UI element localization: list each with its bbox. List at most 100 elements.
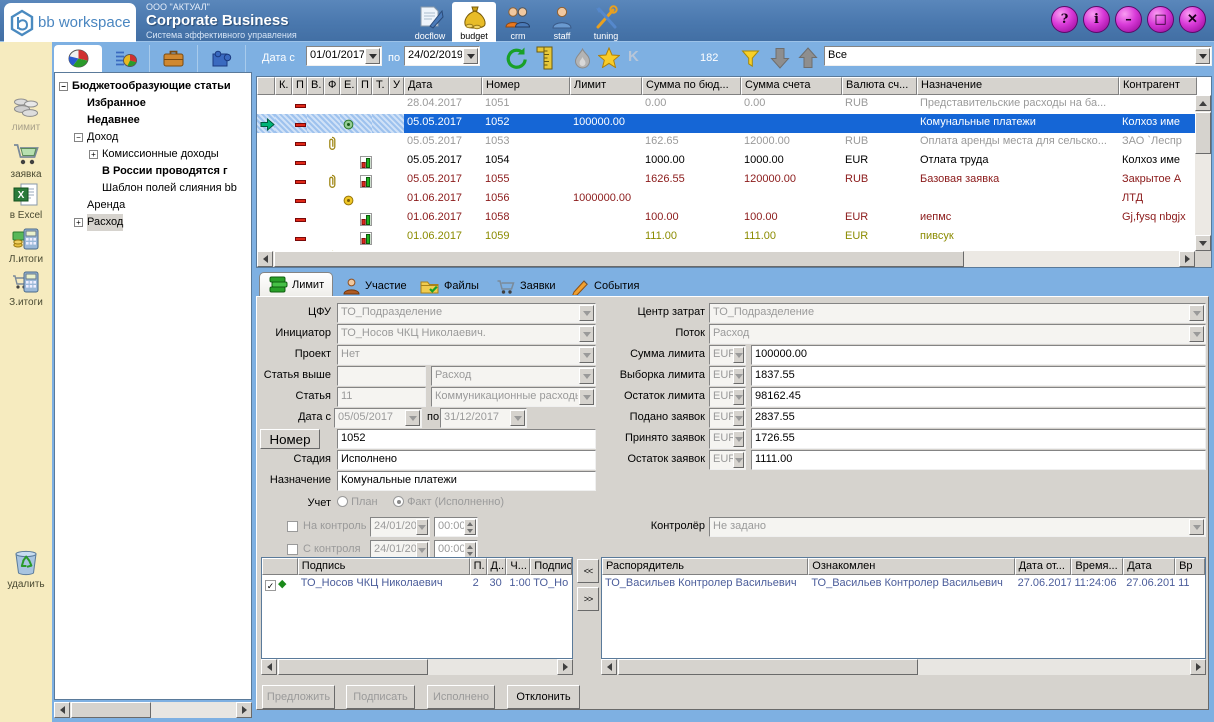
column-header-В[interactable]: В. [307, 77, 324, 95]
ruler-icon[interactable] [535, 45, 557, 71]
expand-icon[interactable]: + [74, 218, 83, 227]
info-button[interactable]: i [1083, 6, 1110, 33]
logo-tab[interactable]: bb workspace [4, 3, 136, 42]
grid-row-1054[interactable]: 05.05.201710541000.001000.00EURОтлата тр… [257, 152, 1197, 171]
tab-Файлы[interactable]: Файлы [411, 274, 487, 298]
column-header-Д[interactable]: Д.. [487, 558, 507, 575]
sidebar-item-З-итоги[interactable]: З.итоги [0, 269, 52, 308]
dropdown-arrow-icon[interactable] [733, 368, 744, 384]
column-header-Суммапобюд[interactable]: Сумма по бюд... [642, 77, 741, 95]
amount-field[interactable]: 1726.55 [751, 429, 1206, 449]
tree-item[interactable]: +Комиссионные доходы [55, 146, 251, 163]
grid-vertical-scrollbar[interactable] [1195, 95, 1211, 251]
sidebar-item-удалить[interactable]: удалить [0, 547, 52, 590]
star-icon[interactable] [598, 47, 620, 68]
grid-row-1059[interactable]: 01.06.20171059111.00111.00EURпивсук [257, 228, 1197, 247]
action-button-отклонить[interactable]: Отклонить [507, 685, 580, 709]
sidebar-item-Л-итоги[interactable]: Л.итоги [0, 226, 52, 265]
scroll-left-button[interactable] [257, 251, 273, 267]
tree-tab-3[interactable] [150, 45, 198, 72]
currency-select[interactable]: EUR [709, 345, 746, 365]
column-header-Вр[interactable]: Вр [1175, 558, 1205, 575]
grid-row-1056[interactable]: 01.06.201710561000000.00ЛТД [257, 190, 1197, 209]
scroll-thumb[interactable] [71, 702, 151, 718]
tree-horizontal-scrollbar[interactable] [54, 702, 252, 718]
off-control-checkbox[interactable] [287, 544, 298, 555]
scroll-thumb[interactable] [278, 659, 428, 675]
currency-select[interactable]: EUR [709, 429, 746, 449]
move-right-button[interactable]: >> [577, 587, 599, 611]
currency-select[interactable]: EUR [709, 387, 746, 407]
dropdown-arrow-icon[interactable] [733, 389, 744, 405]
module-budget[interactable]: budget [452, 2, 496, 42]
arrow-up-icon[interactable] [798, 47, 818, 69]
minimize-button[interactable]: – [1115, 6, 1142, 33]
column-header-Ф[interactable]: Ф [324, 77, 340, 95]
amount-field[interactable]: 98162.45 [751, 387, 1206, 407]
column-header-Подпис[interactable]: Подпис [530, 558, 572, 575]
column-header-Ознакомлен[interactable]: Ознакомлен [808, 558, 1014, 575]
scroll-left-button[interactable] [601, 659, 617, 675]
column-header-П[interactable]: П [357, 77, 372, 95]
arrow-down-icon[interactable] [770, 47, 790, 69]
expand-icon[interactable]: + [89, 150, 98, 159]
dropdown-arrow-icon[interactable] [1189, 519, 1204, 535]
tree-item[interactable]: Недавнее [55, 112, 251, 129]
column-header-Контрагент[interactable]: Контрагент [1119, 77, 1197, 95]
grid-row-1052[interactable]: 05.05.20171052100000.00Комунальные плате… [257, 114, 1197, 133]
grid-row-1058[interactable]: 01.06.20171058100.00100.00EURиепмсGj,fys… [257, 209, 1197, 228]
dropdown-arrow-icon[interactable] [1189, 326, 1204, 342]
controllers-horizontal-scrollbar[interactable] [601, 659, 1206, 675]
cost-center-select[interactable]: ТО_Подразделение [709, 303, 1206, 323]
tree-tab-4[interactable] [198, 45, 246, 72]
scroll-down-button[interactable] [1195, 235, 1211, 251]
k-icon[interactable]: K [628, 48, 639, 65]
currency-select[interactable]: EUR [709, 408, 746, 428]
tree-tab-2[interactable] [102, 45, 150, 72]
tree-item[interactable]: В России проводятся г [55, 163, 251, 180]
column-header[interactable] [257, 77, 275, 95]
controller-select[interactable]: Не задано [709, 517, 1206, 537]
plan-radio[interactable]: План [337, 496, 378, 508]
column-header-К[interactable]: К. [275, 77, 292, 95]
scroll-thumb[interactable] [618, 659, 918, 675]
scroll-right-button[interactable] [236, 702, 252, 718]
dropdown-arrow-icon[interactable] [365, 48, 380, 64]
dropdown-arrow-icon[interactable] [733, 452, 744, 468]
flame-icon[interactable] [574, 48, 591, 69]
tree-item[interactable]: Аренда [55, 197, 251, 214]
scroll-up-button[interactable] [1195, 95, 1211, 111]
column-header-П[interactable]: П [292, 77, 307, 95]
column-header-У[interactable]: У [389, 77, 404, 95]
spinner-arrows-icon[interactable] [464, 542, 476, 558]
scroll-left-button[interactable] [261, 659, 277, 675]
column-header-Дата[interactable]: Дата [404, 77, 482, 95]
table-row[interactable]: ТО_Васильев Контролер ВасильевичТО_Васил… [602, 575, 1205, 592]
flow-select[interactable]: Расход [709, 324, 1206, 344]
scroll-right-button[interactable] [1179, 251, 1195, 267]
tree-item[interactable]: −Доход [55, 129, 251, 146]
module-crm[interactable]: crm [496, 2, 540, 42]
column-header-Валютасч[interactable]: Валюта сч... [842, 77, 917, 95]
purpose-field[interactable]: Комунальные платежи [337, 471, 596, 491]
dropdown-arrow-icon[interactable] [733, 347, 744, 363]
column-header-Датаот[interactable]: Дата от... [1015, 558, 1072, 575]
column-header-Ч[interactable]: Ч... [506, 558, 530, 575]
column-header-П[interactable]: П. [470, 558, 487, 575]
module-tuning[interactable]: tuning [584, 2, 628, 42]
module-staff[interactable]: staff [540, 2, 584, 42]
tree-item[interactable]: Избранное [55, 95, 251, 112]
filter-select[interactable]: Все [824, 46, 1212, 66]
radio-icon[interactable] [337, 496, 348, 507]
table-row[interactable]: ✓◆ТО_Носов ЧКЦ Николаевич2301:00ТО_Но [262, 575, 572, 592]
date-to-picker[interactable]: 24/02/2019 [404, 46, 480, 66]
module-docflow[interactable]: docflow [408, 2, 452, 42]
dropdown-arrow-icon[interactable] [416, 542, 428, 558]
column-header-Номер[interactable]: Номер [482, 77, 570, 95]
dropdown-arrow-icon[interactable] [1189, 305, 1204, 321]
close-button[interactable]: ✕ [1179, 6, 1206, 33]
refresh-icon[interactable] [504, 46, 528, 70]
column-header-Подпись[interactable]: Подпись [298, 558, 470, 575]
dropdown-arrow-icon[interactable] [1195, 48, 1210, 64]
date-from-picker[interactable]: 01/01/2017 [306, 46, 382, 66]
